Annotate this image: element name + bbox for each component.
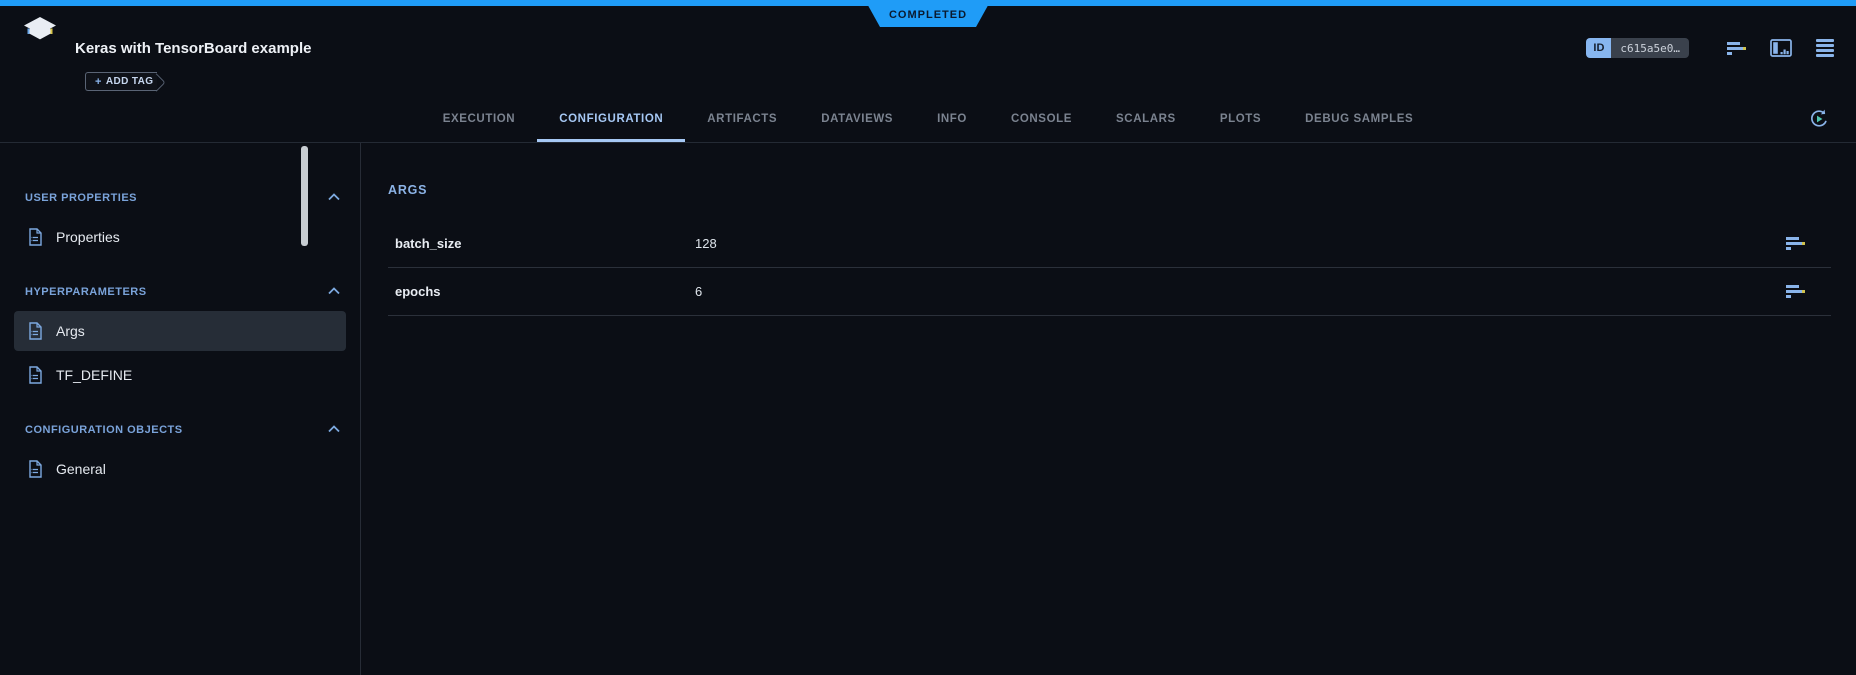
tab-bar: EXECUTION CONFIGURATION ARTIFACTS DATAVI…: [0, 95, 1856, 143]
param-value: 128: [695, 236, 1786, 251]
auto-refresh-icon[interactable]: [1808, 108, 1830, 135]
sidebar-item-label: TF_DEFINE: [56, 367, 132, 383]
section-header-hyperparameters[interactable]: HYPERPARAMETERS: [0, 279, 360, 305]
section-configuration-objects: CONFIGURATION OBJECTS General: [0, 417, 360, 489]
plus-icon: +: [95, 76, 102, 88]
header-actions: ID c615a5e0…: [1586, 37, 1834, 59]
param-value: 6: [695, 284, 1786, 299]
page-body: USER PROPERTIES Properties: [0, 143, 1856, 675]
sidebar-item-args[interactable]: Args: [14, 311, 346, 351]
param-description-lines-icon[interactable]: [1786, 285, 1805, 298]
section-label: HYPERPARAMETERS: [25, 286, 147, 298]
tab-execution[interactable]: EXECUTION: [421, 95, 538, 142]
sidebar-item-tf-define[interactable]: TF_DEFINE: [14, 355, 346, 395]
tab-scalars[interactable]: SCALARS: [1094, 95, 1198, 142]
param-row-epochs: epochs 6: [388, 268, 1831, 316]
chevron-up-icon[interactable]: [328, 286, 340, 298]
description-lines-icon[interactable]: [1727, 42, 1746, 55]
tab-plots[interactable]: PLOTS: [1198, 95, 1283, 142]
experiment-id-badge: ID c615a5e0…: [1586, 38, 1689, 58]
chevron-up-icon[interactable]: [328, 192, 340, 204]
sidebar-item-label: Args: [56, 323, 85, 339]
id-value[interactable]: c615a5e0…: [1611, 38, 1689, 58]
tab-console[interactable]: CONSOLE: [989, 95, 1094, 142]
add-tag-label: ADD TAG: [106, 76, 154, 87]
status-badge: COMPLETED: [865, 0, 991, 27]
tab-configuration[interactable]: CONFIGURATION: [537, 95, 685, 142]
args-panel: ARGS batch_size 128 epochs 6: [361, 143, 1856, 675]
experiment-detail-page: COMPLETED Keras with TensorBoard example…: [0, 0, 1856, 675]
param-description-lines-icon[interactable]: [1786, 237, 1805, 250]
param-row-batch-size: batch_size 128: [388, 220, 1831, 268]
document-icon: [28, 322, 43, 340]
document-icon: [28, 228, 43, 246]
args-panel-title: ARGS: [388, 183, 1831, 197]
app-logo-icon: [20, 15, 60, 54]
status-badge-label: COMPLETED: [889, 9, 967, 21]
menu-bars-icon[interactable]: [1816, 39, 1834, 57]
sidebar-item-label: Properties: [56, 229, 120, 245]
tab-dataviews[interactable]: DATAVIEWS: [799, 95, 915, 142]
params-table: batch_size 128 epochs 6: [388, 220, 1831, 316]
param-name: batch_size: [395, 236, 695, 251]
tab-artifacts[interactable]: ARTIFACTS: [685, 95, 799, 142]
tab-debug-samples[interactable]: DEBUG SAMPLES: [1283, 95, 1435, 142]
sidebar-item-general[interactable]: General: [14, 449, 346, 489]
add-tag-button[interactable]: + ADD TAG: [85, 72, 157, 91]
sidebar-scrollbar-thumb[interactable]: [301, 146, 308, 246]
info-panel-layout-icon[interactable]: [1770, 39, 1792, 57]
sidebar-item-properties[interactable]: Properties: [14, 217, 346, 257]
section-label: CONFIGURATION OBJECTS: [25, 424, 183, 436]
param-name: epochs: [395, 284, 695, 299]
configuration-sidebar: USER PROPERTIES Properties: [0, 143, 361, 675]
sidebar-item-label: General: [56, 461, 106, 477]
section-header-configuration-objects[interactable]: CONFIGURATION OBJECTS: [0, 417, 360, 443]
id-label: ID: [1586, 38, 1611, 58]
tab-info[interactable]: INFO: [915, 95, 989, 142]
section-label: USER PROPERTIES: [25, 192, 137, 204]
experiment-title: Keras with TensorBoard example: [75, 40, 311, 57]
section-hyperparameters: HYPERPARAMETERS Args: [0, 279, 360, 395]
document-icon: [28, 460, 43, 478]
chevron-up-icon[interactable]: [328, 424, 340, 436]
document-icon: [28, 366, 43, 384]
